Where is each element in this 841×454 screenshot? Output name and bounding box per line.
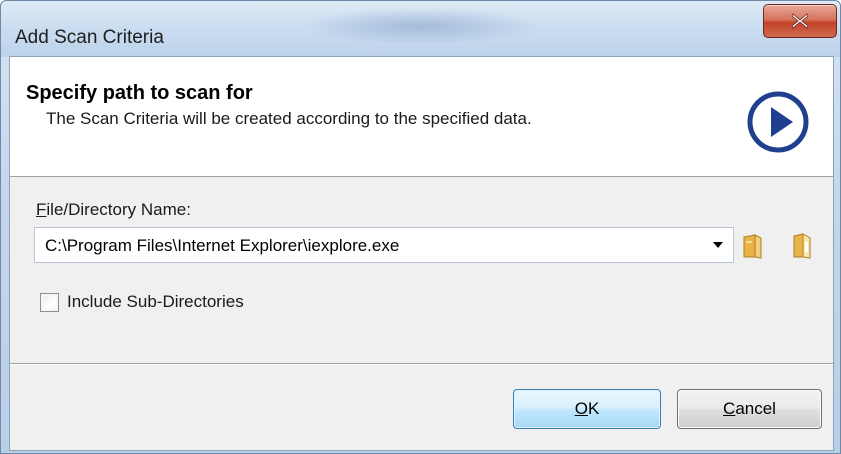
button-area-separator xyxy=(10,363,833,365)
ok-mnemonic: O xyxy=(574,399,588,418)
include-subdirectories-label[interactable]: Include Sub-Directories xyxy=(67,292,244,312)
cancel-mnemonic: C xyxy=(723,399,736,418)
path-label-text: ile/Directory Name: xyxy=(46,200,191,219)
title-bar[interactable]: Add Scan Criteria xyxy=(1,1,840,57)
folder-open-icon[interactable] xyxy=(790,233,814,259)
cancel-label: ancel xyxy=(735,399,776,418)
header-description: The Scan Criteria will be created accord… xyxy=(46,109,532,128)
ok-label: K xyxy=(587,399,600,418)
add-scan-criteria-dialog: Add Scan Criteria Specify path to scan f… xyxy=(0,0,841,454)
close-button[interactable] xyxy=(763,4,837,38)
titlebar-background-blur xyxy=(301,7,541,45)
include-subdirectories-checkbox[interactable] xyxy=(40,292,59,312)
combo-dropdown-button[interactable] xyxy=(705,230,731,260)
path-label-mnemonic: F xyxy=(36,200,47,219)
path-combobox[interactable]: C:\Program Files\Internet Explorer\iexpl… xyxy=(34,227,734,263)
folder-icon[interactable] xyxy=(741,233,765,259)
dialog-content: Specify path to scan for The Scan Criter… xyxy=(9,56,834,451)
path-input-value[interactable]: C:\Program Files\Internet Explorer\iexpl… xyxy=(45,236,399,256)
chevron-down-icon xyxy=(713,242,723,248)
header-title: Specify path to scan for xyxy=(26,82,253,104)
ok-button[interactable]: OK xyxy=(513,389,661,429)
path-field-label: File/Directory Name: xyxy=(36,200,191,220)
window-title: Add Scan Criteria xyxy=(15,27,164,48)
cancel-button[interactable]: Cancel xyxy=(677,389,822,429)
play-circle-icon xyxy=(747,91,809,153)
close-x-icon xyxy=(791,13,809,29)
include-subdirectories-option[interactable]: Include Sub-Directories xyxy=(40,291,244,313)
dialog-header: Specify path to scan for The Scan Criter… xyxy=(10,57,833,177)
